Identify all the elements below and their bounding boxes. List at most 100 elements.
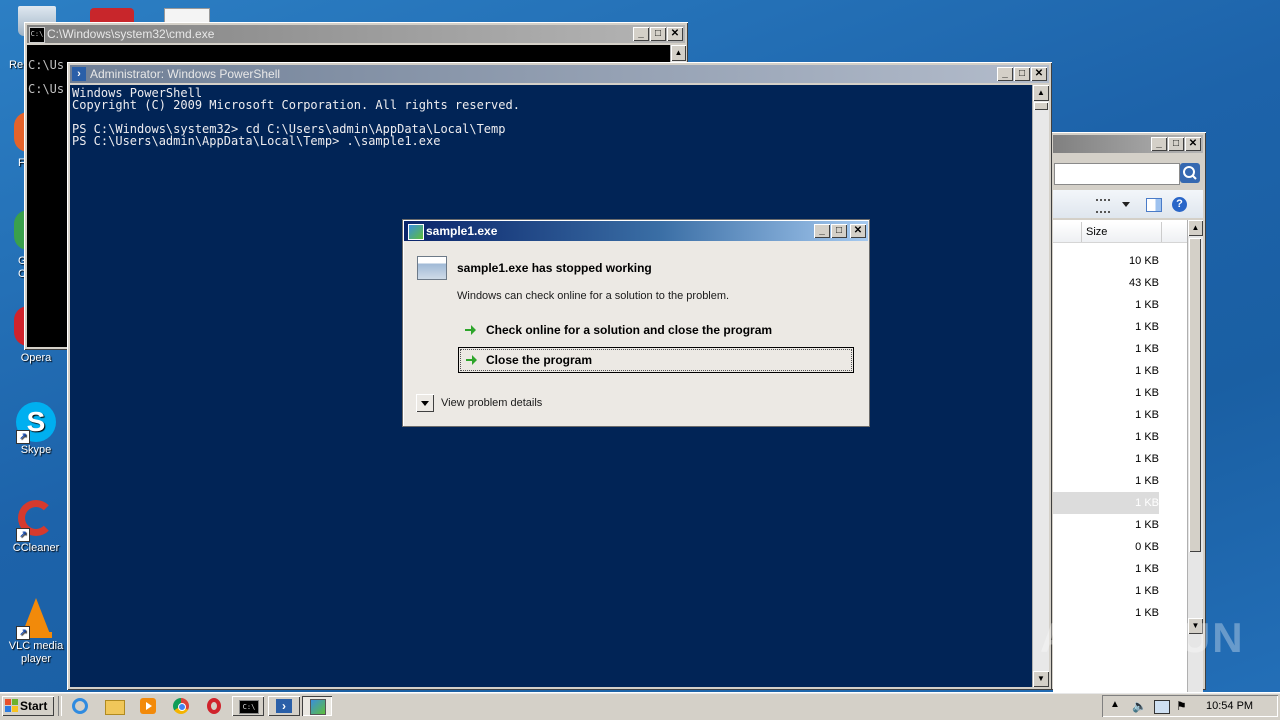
taskbar: Start C:\ › ▲ 🔈 ⚑ 10:54 PM [0,692,1280,720]
error-dialog[interactable]: sample1.exe _ □ ✕ sample1.exe has stoppe… [403,220,869,426]
scroll-down-button[interactable]: ▼ [1033,671,1049,687]
chevron-down-icon[interactable] [1122,202,1130,207]
scroll-up-button[interactable]: ▲ [1188,220,1203,236]
dialog-title: sample1.exe [426,224,498,238]
details-label[interactable]: View problem details [441,397,542,409]
check-online-option[interactable]: Check online for a solution and close th… [458,319,856,341]
console-line: Copyright (C) 2009 Microsoft Corporation… [72,98,520,112]
taskbar-error-dialog-button[interactable] [302,696,332,716]
start-label: Start [20,699,48,713]
file-size-cell[interactable]: 1 KB [1053,470,1159,492]
cmd-titlebar[interactable]: C:\ C:\Windows\system32\cmd.exe _ □ ✕ [27,25,685,43]
desktop-icon-vlc[interactable]: ↗ VLC media player [0,596,72,666]
file-size-cell[interactable]: 1 KB [1053,426,1159,448]
minimize-button[interactable]: _ [1151,137,1167,151]
action-center-flag-icon[interactable]: ⚑ [1176,699,1187,713]
taskbar-folder-icon[interactable] [100,696,128,716]
file-size-cell[interactable]: 43 KB [1053,272,1159,294]
minimize-button[interactable]: _ [814,224,830,238]
file-size-cell[interactable]: 1 KB [1053,514,1159,536]
powershell-titlebar[interactable]: › Administrator: Windows PowerShell _ □ … [70,65,1049,83]
skype-icon: S ↗ [14,400,58,444]
details-toggle-button[interactable] [416,394,434,412]
file-size-cell[interactable]: 1 KB [1053,492,1159,514]
search-input[interactable] [1054,163,1180,185]
minimize-button[interactable]: _ [997,67,1013,81]
network-icon[interactable] [1154,700,1170,714]
app-icon [408,224,424,240]
icon-label: Opera [20,352,52,364]
green-arrow-icon [465,325,476,335]
taskbar-chrome-icon[interactable] [167,696,195,716]
shortcut-arrow-icon: ↗ [16,626,30,640]
scroll-up-button[interactable]: ▲ [1033,85,1049,101]
icon-label: CCleaner [12,542,60,554]
close-program-option[interactable]: Close the program [458,347,854,373]
close-button[interactable]: ✕ [1031,67,1047,81]
option-label: Close the program [486,353,593,367]
taskbar-cmd-button[interactable]: C:\ [232,696,264,716]
scroll-up-button[interactable]: ▲ [671,45,686,61]
file-size-cell[interactable]: 1 KB [1053,558,1159,580]
taskbar-ie-icon[interactable] [66,696,94,716]
column-header-size[interactable]: Size [1053,222,1187,243]
file-size-cell[interactable]: 1 KB [1053,294,1159,316]
minimize-button[interactable]: _ [633,27,649,41]
file-size-cell[interactable]: 1 KB [1053,360,1159,382]
preview-pane-icon[interactable] [1146,198,1162,212]
icon-label: VLC media player [8,640,64,665]
powershell-scrollbar[interactable]: ▲ ▼ [1032,85,1049,687]
start-button[interactable]: Start [2,696,54,716]
powershell-icon: › [276,699,292,713]
chevron-down-icon [421,401,429,406]
desktop-icon-ccleaner[interactable]: ↗ CCleaner [0,498,72,555]
close-button[interactable]: ✕ [667,27,683,41]
view-options-icon[interactable] [1096,199,1110,213]
search-button[interactable] [1180,163,1200,183]
maximize-button[interactable]: □ [1014,67,1030,81]
desktop-icon-skype[interactable]: S ↗ Skype [0,400,72,457]
dialog-message: Windows can check online for a solution … [457,290,730,302]
file-size-cell[interactable]: 0 KB [1053,536,1159,558]
close-button[interactable]: ✕ [1185,137,1201,151]
shortcut-arrow-icon: ↗ [16,528,30,542]
taskbar-powershell-button[interactable]: › [268,696,300,716]
window-title: C:\Windows\system32\cmd.exe [47,27,215,41]
file-size-cell[interactable]: 10 KB [1053,250,1159,272]
maximize-button[interactable]: □ [831,224,847,238]
taskbar-media-player-icon[interactable] [134,696,162,716]
window-title: Administrator: Windows PowerShell [90,67,281,81]
file-size-cell[interactable]: 1 KB [1053,448,1159,470]
maximize-button[interactable]: □ [650,27,666,41]
search-icon [1183,166,1197,180]
window-controls: _ □ ✕ [1150,137,1201,151]
cmd-icon: C:\ [239,700,259,714]
taskbar-opera-icon[interactable] [200,696,228,716]
scroll-thumb[interactable] [1189,238,1201,552]
tray-expand-icon[interactable]: ▲ [1110,699,1120,710]
dialog-titlebar[interactable]: sample1.exe _ □ ✕ [404,221,868,241]
program-window-icon [417,256,447,280]
file-size-cell[interactable]: 1 KB [1053,382,1159,404]
clock[interactable]: 10:54 PM [1206,700,1253,712]
windows-logo-icon [5,699,18,712]
cmd-icon: C:\ [29,27,45,43]
file-size-cell[interactable]: 1 KB [1053,404,1159,426]
file-size-cell[interactable]: 1 KB [1053,580,1159,602]
ccleaner-icon: ↗ [14,498,58,542]
explorer-titlebar[interactable]: _ □ ✕ [1053,135,1203,153]
help-icon[interactable]: ? [1172,197,1187,212]
desktop-icon-opera[interactable]: Opera [0,352,72,365]
explorer-window[interactable]: _ □ ✕ ? Size 10 KB 43 KB 1 KB 1 KB 1 KB 1 KB 1… [1050,132,1206,720]
file-size-cell[interactable]: 1 KB [1053,316,1159,338]
window-controls: _ □ ✕ [996,67,1047,81]
green-arrow-icon [466,355,477,365]
scroll-thumb[interactable] [1034,102,1048,110]
option-label: Check online for a solution and close th… [486,323,773,337]
close-button[interactable]: ✕ [850,224,866,238]
column-header-label: Size [1086,226,1108,238]
file-size-cell[interactable]: 1 KB [1053,338,1159,360]
window-controls: _ □ ✕ [813,224,866,238]
maximize-button[interactable]: □ [1168,137,1184,151]
volume-icon[interactable]: 🔈 [1132,699,1147,713]
